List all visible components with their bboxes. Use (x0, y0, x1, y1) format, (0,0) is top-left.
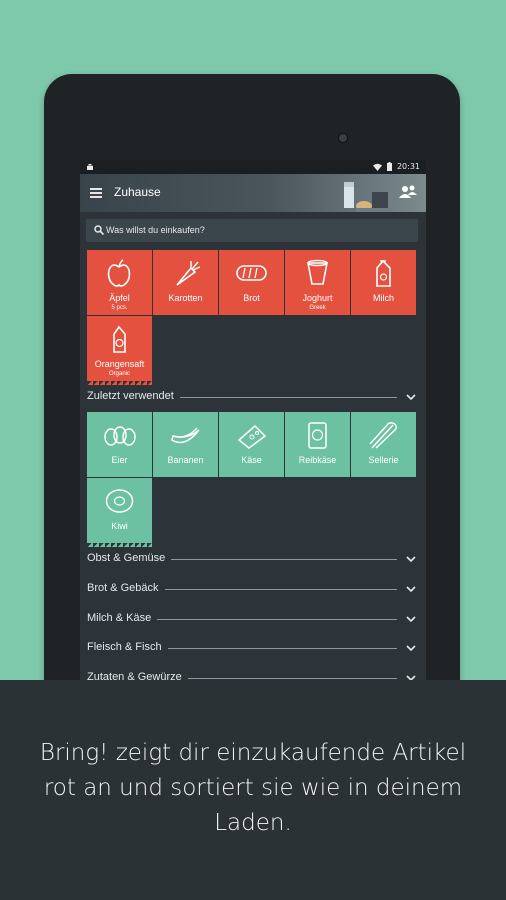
grocery-illustration (344, 182, 392, 212)
yogurt-icon (307, 259, 328, 285)
battery-icon (386, 162, 392, 171)
item-label: Eier (111, 455, 128, 465)
wifi-icon (372, 163, 382, 171)
item-label: Joghurt (302, 293, 333, 303)
eggs-icon (104, 426, 136, 446)
category-title: Milch & Käse (87, 612, 158, 624)
section-title: Zuletzt verwendet (87, 390, 180, 402)
recent-item-bananen[interactable]: Bananen (153, 412, 218, 477)
category-obst-gemuese[interactable]: Obst & Gemüse (87, 551, 419, 567)
juice-carton-icon (113, 325, 126, 353)
item-label: Orangensaft (94, 359, 145, 369)
category-title: Brot & Gebäck (87, 582, 165, 594)
promo-caption: Bring! zeigt dir einzukaufende Artikel r… (39, 740, 467, 836)
list-item-orangensaft[interactable]: Orangensaft Organic (87, 316, 152, 385)
recent-item-kiwi[interactable]: Kiwi (87, 478, 152, 547)
banana-icon (171, 427, 200, 444)
recent-item-reibkaese[interactable]: Reibkäse (285, 412, 350, 477)
users-icon[interactable] (398, 184, 418, 200)
item-spec: Organic (108, 371, 130, 377)
hamburger-menu-icon[interactable] (90, 188, 102, 198)
item-label: Karotten (168, 293, 203, 303)
category-milch-kaese[interactable]: Milch & Käse (87, 611, 419, 627)
item-spec: Greek (309, 305, 326, 311)
status-bar: 20:31 (80, 160, 426, 174)
item-label: Äpfel (109, 293, 130, 303)
section-recent[interactable]: Zuletzt verwendet (87, 389, 419, 405)
item-label: Reibkäse (298, 455, 337, 465)
milk-carton-icon (376, 259, 391, 287)
category-title: Obst & Gemüse (87, 552, 172, 564)
app-bar: Zuhause (80, 174, 426, 212)
item-label: Bananen (167, 455, 204, 465)
category-fleisch-fisch[interactable]: Fleisch & Fisch (87, 640, 419, 656)
category-brot-gebaeck[interactable]: Brot & Gebäck (87, 581, 419, 597)
app-screen: 20:31 Zuhause Was willst du einkaufen? Ä… (80, 160, 426, 700)
grated-cheese-icon (308, 422, 327, 449)
chevron-down-icon (406, 645, 416, 652)
promo-caption-panel: Bring! zeigt dir einzukaufende Artikel r… (0, 680, 506, 900)
recent-item-kaese[interactable]: Käse (219, 412, 284, 477)
list-item-brot[interactable]: Brot (219, 250, 284, 315)
item-label: Kiwi (111, 521, 128, 531)
chevron-down-icon (406, 394, 416, 401)
item-label: Käse (241, 455, 262, 465)
recent-item-sellerie[interactable]: Sellerie (351, 412, 416, 477)
chevron-down-icon (406, 586, 416, 593)
item-label: Sellerie (368, 455, 399, 465)
celery-icon (369, 422, 397, 449)
search-placeholder: Was willst du einkaufen? (106, 225, 205, 235)
list-item-karotten[interactable]: Karotten (153, 250, 218, 315)
camera-lens (338, 133, 348, 143)
item-spec: 5 pcs. (111, 305, 128, 311)
list-title[interactable]: Zuhause (114, 185, 161, 199)
search-input[interactable]: Was willst du einkaufen? (86, 219, 418, 242)
bread-icon (236, 265, 267, 281)
category-title: Fleisch & Fisch (87, 641, 168, 653)
cheese-icon (237, 424, 267, 449)
status-time: 20:31 (396, 162, 420, 171)
list-item-milch[interactable]: Milch (351, 250, 416, 315)
carrot-icon (176, 261, 201, 286)
item-label: Milch (372, 293, 394, 303)
item-label: Brot (243, 293, 260, 303)
chevron-down-icon (406, 616, 416, 623)
list-item-joghurt[interactable]: Joghurt Greek (285, 250, 350, 315)
chevron-down-icon (406, 556, 416, 563)
recent-item-eier[interactable]: Eier (87, 412, 152, 477)
apple-icon (107, 259, 131, 287)
search-icon (94, 225, 104, 235)
kiwi-icon (105, 489, 134, 513)
android-icon (86, 162, 94, 173)
list-item-aepfel[interactable]: Äpfel 5 pcs. (87, 250, 152, 315)
